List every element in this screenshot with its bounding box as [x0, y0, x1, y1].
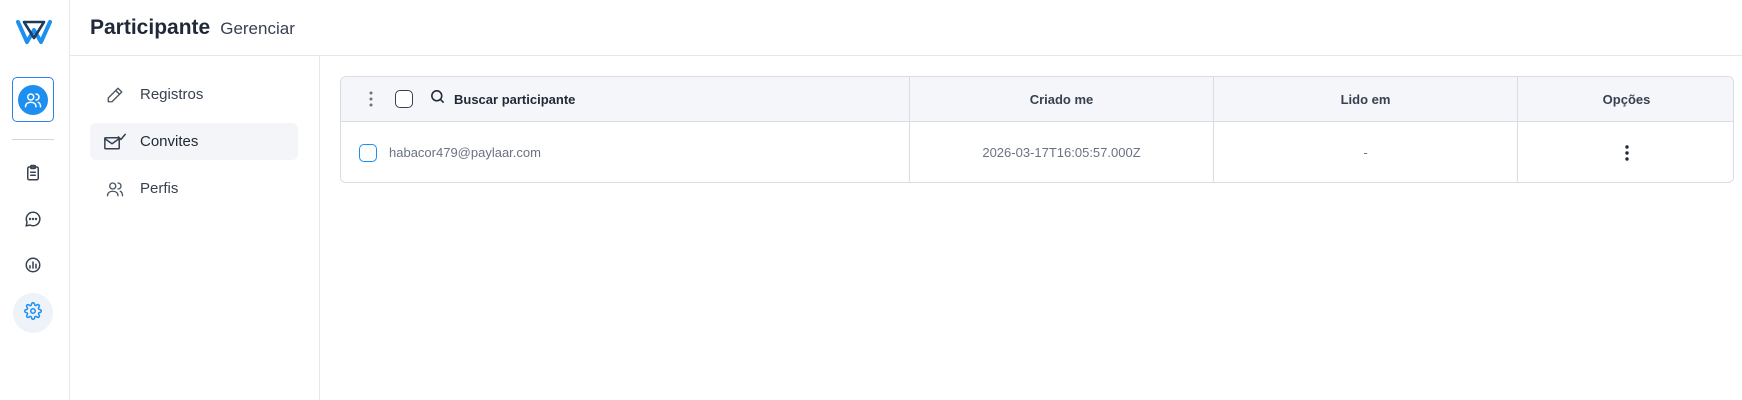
nav-item-label: Perfis — [140, 180, 179, 197]
rail-clipboard-button[interactable] — [13, 155, 53, 195]
rail-analytics-button[interactable] — [13, 247, 53, 287]
gear-icon — [24, 301, 42, 325]
row-options-menu-icon[interactable] — [1617, 143, 1637, 163]
header-cell-participant — [341, 77, 909, 121]
search-box[interactable] — [429, 88, 674, 110]
analytics-icon — [24, 256, 42, 279]
header-cell-read: Lido em — [1213, 77, 1517, 121]
users-icon — [104, 178, 126, 200]
row-checkbox[interactable] — [359, 143, 377, 162]
secondary-nav: Registros Convites Perfis — [70, 56, 320, 400]
nav-item-label: Convites — [140, 133, 199, 150]
page-header: Participante Gerenciar — [70, 0, 1742, 56]
table-row: habacor479@paylaar.com 2026-03-17T16:05:… — [341, 122, 1733, 182]
nav-item-perfis[interactable]: Perfis — [90, 170, 298, 207]
column-menu-icon[interactable] — [361, 89, 381, 109]
row-email: habacor479@paylaar.com — [389, 145, 541, 160]
rail-chat-button[interactable] — [13, 201, 53, 241]
header-cell-options: Opções — [1517, 77, 1733, 121]
rail-settings-button[interactable] — [13, 293, 53, 333]
search-icon — [429, 88, 446, 110]
nav-item-label: Registros — [140, 86, 204, 103]
page-subtitle: Gerenciar — [220, 18, 295, 38]
rail-divider — [12, 139, 54, 140]
nav-item-registros[interactable]: Registros — [90, 76, 298, 113]
nav-item-convites[interactable]: Convites — [90, 123, 298, 160]
page-title: Participante — [90, 15, 211, 39]
table-header: Criado me Lido em Opções — [341, 77, 1733, 122]
app-logo[interactable] — [16, 16, 52, 48]
invites-table: Criado me Lido em Opções habacor479@payl… — [340, 76, 1734, 183]
cell-email: habacor479@paylaar.com — [341, 122, 909, 182]
header-cell-created: Criado me — [909, 77, 1213, 121]
left-rail — [0, 0, 70, 400]
users-icon — [18, 84, 48, 115]
chat-icon — [24, 210, 42, 233]
pencil-icon — [104, 84, 126, 106]
cell-created: 2026-03-17T16:05:57.000Z — [909, 122, 1213, 182]
clipboard-icon — [24, 164, 42, 187]
cell-read: - — [1213, 122, 1517, 182]
rail-participants-button[interactable] — [12, 77, 54, 122]
select-all-checkbox[interactable] — [395, 90, 413, 108]
cell-options — [1517, 122, 1733, 182]
search-input[interactable] — [454, 91, 674, 107]
mail-check-icon — [104, 131, 126, 153]
